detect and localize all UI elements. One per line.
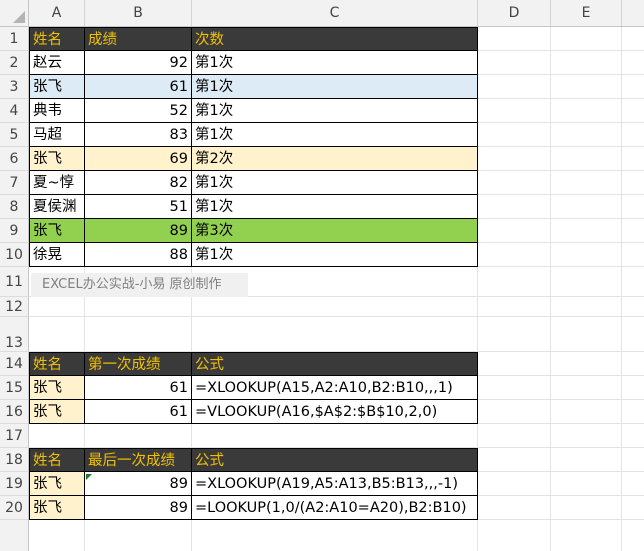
table-cell-name[interactable]: 徐晃 — [29, 243, 85, 267]
row-header[interactable]: 4 — [0, 99, 29, 123]
lookup-name-input[interactable]: 张飞 — [29, 472, 85, 496]
table-cell-name[interactable]: 典韦 — [29, 99, 85, 123]
table-cell-name[interactable]: 张飞 — [29, 75, 85, 99]
row-header[interactable]: 8 — [0, 195, 29, 219]
table-cell-score[interactable]: 92 — [85, 51, 192, 75]
row-header-empty — [0, 520, 29, 551]
table-cell-score[interactable]: 83 — [85, 123, 192, 147]
row-header[interactable]: 14 — [0, 352, 29, 376]
row-header[interactable]: 20 — [0, 496, 29, 520]
row-header[interactable]: 6 — [0, 147, 29, 171]
header-cell-last-score[interactable]: 最后一次成绩 — [85, 448, 192, 472]
table-cell-score[interactable]: 89 — [85, 219, 192, 243]
lookup-name-input[interactable]: 张飞 — [29, 376, 85, 400]
row-header[interactable]: 10 — [0, 243, 29, 267]
result-cell[interactable]: 89 — [85, 472, 192, 496]
row-header[interactable]: 1 — [0, 27, 29, 51]
column-header-e[interactable]: E — [551, 0, 622, 26]
header-cell-score[interactable]: 成绩 — [85, 27, 192, 51]
row-header[interactable]: 15 — [0, 376, 29, 400]
row-header[interactable]: 16 — [0, 400, 29, 424]
table-cell-name[interactable]: 张飞 — [29, 219, 85, 243]
header-cell-name[interactable]: 姓名 — [29, 27, 85, 51]
table-cell-count[interactable]: 第1次 — [192, 123, 478, 147]
lookup-name-input[interactable]: 张飞 — [29, 400, 85, 424]
table-cell-count[interactable]: 第1次 — [192, 195, 478, 219]
result-cell[interactable]: 61 — [85, 400, 192, 424]
row-header[interactable]: 13 — [0, 317, 29, 352]
table-cell-count[interactable]: 第3次 — [192, 219, 478, 243]
table-cell-name[interactable]: 夏~惇 — [29, 171, 85, 195]
column-header-c[interactable]: C — [192, 0, 478, 26]
header-cell-name[interactable]: 姓名 — [29, 352, 85, 376]
row-header[interactable]: 3 — [0, 75, 29, 99]
table-cell-score[interactable]: 82 — [85, 171, 192, 195]
select-all-button[interactable] — [0, 0, 29, 26]
row-header[interactable]: 2 — [0, 51, 29, 75]
result-cell[interactable]: 89 — [85, 496, 192, 520]
table-cell-name[interactable]: 夏侯渊 — [29, 195, 85, 219]
formula-cell[interactable]: =XLOOKUP(A15,A2:A10,B2:B10,,,1) — [192, 376, 478, 400]
table-cell-score[interactable]: 61 — [85, 75, 192, 99]
formula-cell[interactable]: =VLOOKUP(A16,$A$2:$B$10,2,0) — [192, 400, 478, 424]
table-cell-score[interactable]: 69 — [85, 147, 192, 171]
table-cell-score[interactable]: 51 — [85, 195, 192, 219]
column-header-d[interactable]: D — [478, 0, 551, 26]
column-header-a[interactable]: A — [29, 0, 85, 26]
table-cell-count[interactable]: 第1次 — [192, 75, 478, 99]
column-header-b[interactable]: B — [85, 0, 192, 26]
table-cell-count[interactable]: 第2次 — [192, 147, 478, 171]
table-cell-score[interactable]: 52 — [85, 99, 192, 123]
table-cell-name[interactable]: 马超 — [29, 123, 85, 147]
row-header[interactable]: 19 — [0, 472, 29, 496]
row-header[interactable]: 12 — [0, 297, 29, 317]
formula-cell[interactable]: =XLOOKUP(A19,A5:A13,B5:B13,,,-1) — [192, 472, 478, 496]
header-cell-first-score[interactable]: 第一次成绩 — [85, 352, 192, 376]
table-cell-count[interactable]: 第1次 — [192, 99, 478, 123]
formula-cell[interactable]: =LOOKUP(1,0/(A2:A10=A20),B2:B10) — [192, 496, 478, 520]
header-cell-formula[interactable]: 公式 — [192, 448, 478, 472]
error-indicator-icon — [86, 474, 92, 480]
row-header[interactable]: 7 — [0, 171, 29, 195]
lookup-name-input[interactable]: 张飞 — [29, 496, 85, 520]
header-cell-count[interactable]: 次数 — [192, 27, 478, 51]
row-header[interactable]: 5 — [0, 123, 29, 147]
row-header[interactable]: 11 — [0, 267, 29, 297]
row-header[interactable]: 9 — [0, 219, 29, 243]
header-cell-name[interactable]: 姓名 — [29, 448, 85, 472]
header-cell-formula[interactable]: 公式 — [192, 352, 478, 376]
watermark-label: EXCEL办公实战-小易 原创制作 — [31, 273, 248, 297]
table-cell-score[interactable]: 88 — [85, 243, 192, 267]
table-cell-name[interactable]: 赵云 — [29, 51, 85, 75]
result-cell[interactable]: 61 — [85, 376, 192, 400]
column-header-bar: A B C D E — [0, 0, 644, 27]
table-cell-count[interactable]: 第1次 — [192, 51, 478, 75]
table-cell-count[interactable]: 第1次 — [192, 243, 478, 267]
row-header[interactable]: 18 — [0, 448, 29, 472]
table-cell-count[interactable]: 第1次 — [192, 171, 478, 195]
table-cell-name[interactable]: 张飞 — [29, 147, 85, 171]
row-header[interactable]: 17 — [0, 424, 29, 448]
